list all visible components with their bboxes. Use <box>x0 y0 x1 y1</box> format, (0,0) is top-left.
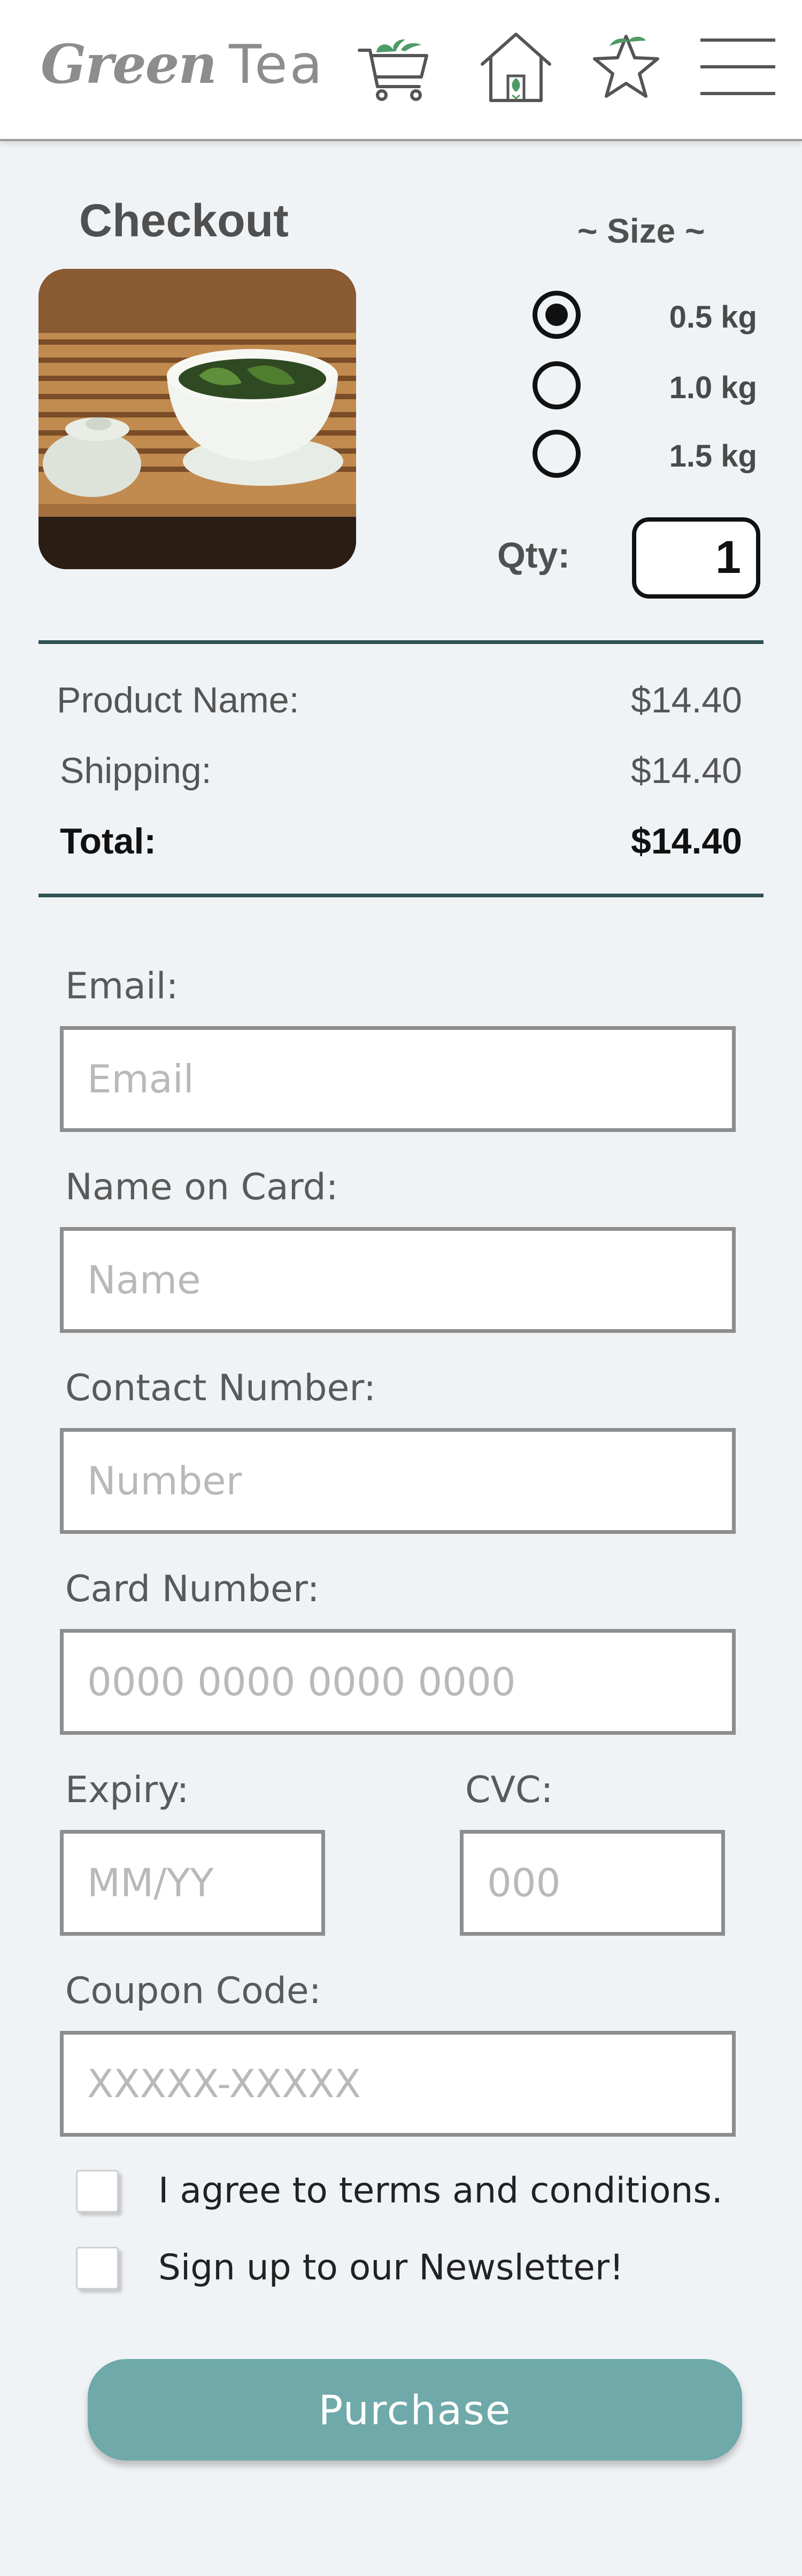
contact-number-field[interactable] <box>60 1428 736 1534</box>
quantity-label: Qty: <box>497 535 570 576</box>
terms-checkbox-row[interactable]: I agree to terms and conditions. <box>76 2168 739 2216</box>
cart-icon[interactable] <box>356 27 436 107</box>
summary-bottom-divider <box>38 894 764 897</box>
purchase-button[interactable]: Purchase <box>88 2359 742 2461</box>
cvc-label: CVC: <box>465 1769 553 1811</box>
radio-button[interactable] <box>533 361 581 409</box>
logo-word-tea: Tea <box>229 33 325 96</box>
star-icon[interactable] <box>586 27 666 107</box>
size-heading: ~ Size ~ <box>577 212 705 250</box>
card-number-label: Card Number: <box>65 1568 320 1610</box>
newsletter-label: Sign up to our Newsletter! <box>158 2247 624 2288</box>
size-option-1-5kg[interactable]: 1.5 kg <box>533 426 789 480</box>
terms-checkbox[interactable] <box>76 2170 119 2213</box>
size-option-label: 1.5 kg <box>669 439 757 474</box>
contact-number-label: Contact Number: <box>65 1367 376 1409</box>
top-nav-bar: Green Tea <box>0 0 802 141</box>
size-option-label: 0.5 kg <box>669 300 757 335</box>
size-option-1-0kg[interactable]: 1.0 kg <box>533 358 789 412</box>
size-option-0-5kg[interactable]: 0.5 kg <box>533 288 789 341</box>
size-option-label: 1.0 kg <box>669 370 757 405</box>
quantity-input[interactable]: 1 <box>632 517 760 599</box>
total-price: $14.40 <box>631 821 742 862</box>
email-label: Email: <box>65 965 179 1007</box>
home-icon[interactable] <box>476 27 556 107</box>
radio-button[interactable] <box>533 430 581 478</box>
newsletter-checkbox-row[interactable]: Sign up to our Newsletter! <box>76 2245 664 2293</box>
shipping-price: $14.40 <box>631 750 742 791</box>
brand-logo[interactable]: Green Tea <box>41 32 325 97</box>
coupon-code-field[interactable] <box>60 2031 736 2137</box>
terms-label: I agree to terms and conditions. <box>158 2170 723 2211</box>
hamburger-menu-icon[interactable] <box>695 27 781 107</box>
newsletter-checkbox[interactable] <box>76 2247 119 2290</box>
product-price: $14.40 <box>631 680 742 720</box>
product-image <box>38 269 356 569</box>
shipping-label: Shipping: <box>60 750 212 791</box>
name-on-card-label: Name on Card: <box>65 1166 338 1208</box>
expiry-field[interactable] <box>60 1830 325 1936</box>
expiry-label: Expiry: <box>65 1769 189 1811</box>
page-title: Checkout <box>79 195 289 246</box>
name-on-card-field[interactable] <box>60 1227 736 1333</box>
radio-button-selected[interactable] <box>533 291 581 339</box>
summary-top-divider <box>38 640 764 644</box>
product-name-label: Product Name: <box>57 680 299 720</box>
total-label: Total: <box>60 821 157 862</box>
logo-word-green: Green <box>41 33 217 96</box>
card-number-field[interactable] <box>60 1629 736 1735</box>
coupon-code-label: Coupon Code: <box>65 1970 321 2012</box>
cvc-field[interactable] <box>460 1830 725 1936</box>
email-field[interactable] <box>60 1026 736 1132</box>
